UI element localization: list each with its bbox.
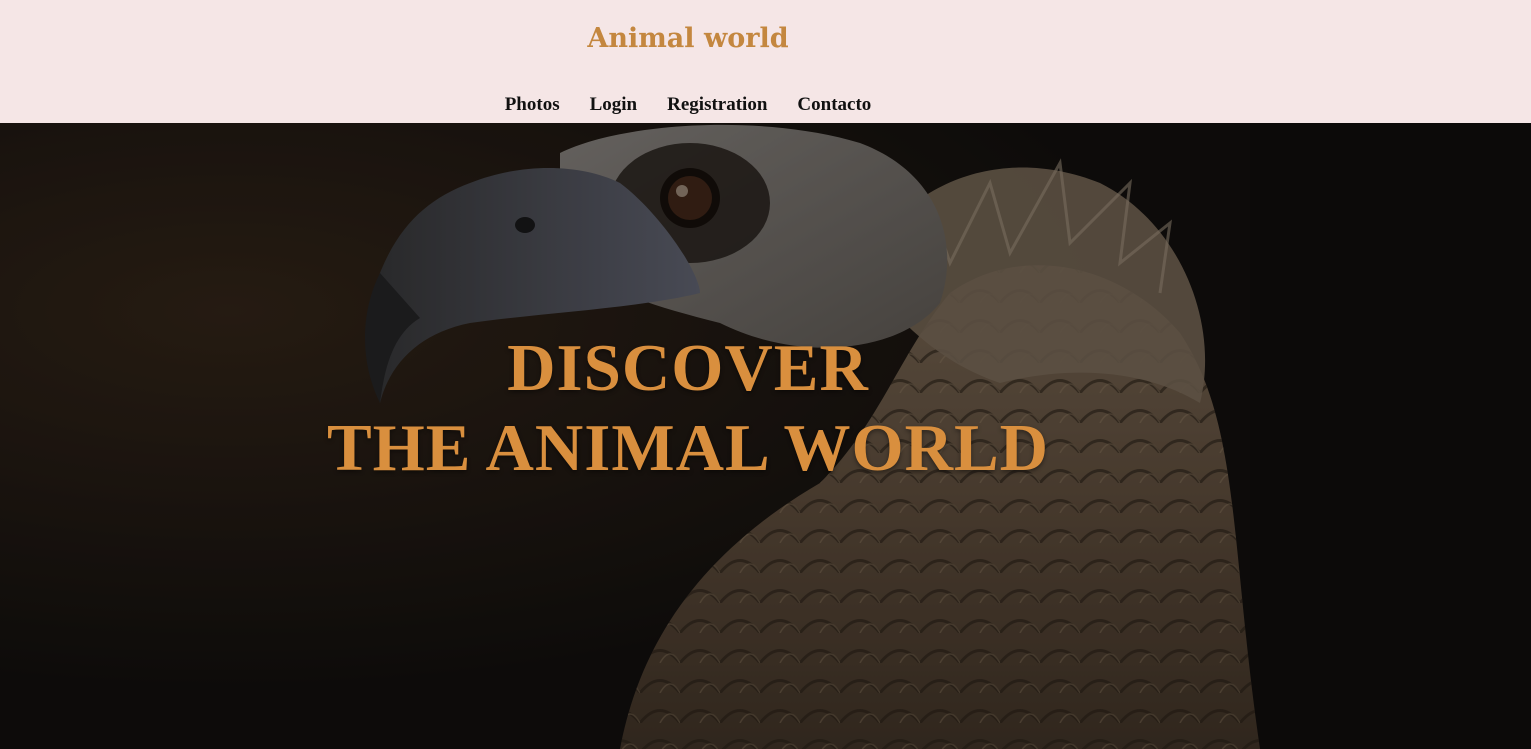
hero-heading-line-2: THE ANIMAL WORLD — [326, 411, 1050, 485]
nav-link-contacto[interactable]: Contacto — [797, 92, 871, 118]
site-header: Animal world Photos Login Registration C… — [0, 0, 1531, 123]
nav-link-login[interactable]: Login — [590, 92, 638, 118]
page: Animal world Photos Login Registration C… — [0, 0, 1531, 749]
hero-heading: DISCOVER THE ANIMAL WORLD — [0, 328, 1376, 488]
nav-link-photos[interactable]: Photos — [505, 92, 560, 118]
nav-link-registration[interactable]: Registration — [667, 92, 767, 118]
site-title: Animal world — [587, 23, 789, 54]
hero-section: DISCOVER THE ANIMAL WORLD — [0, 123, 1531, 749]
hero-heading-line-1: DISCOVER — [507, 331, 869, 405]
main-nav: Photos Login Registration Contacto — [0, 92, 1376, 118]
